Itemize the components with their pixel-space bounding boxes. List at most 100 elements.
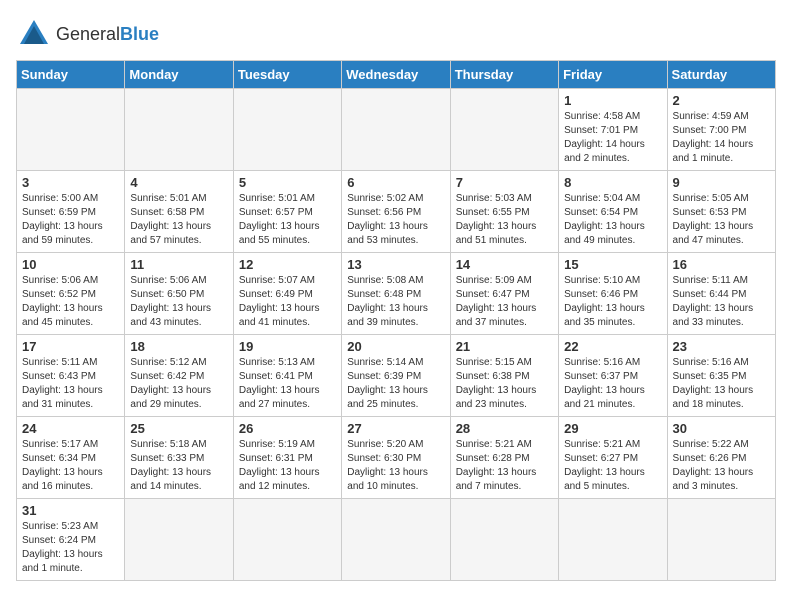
day-number: 3 [22, 175, 119, 190]
day-info: Sunrise: 5:08 AM Sunset: 6:48 PM Dayligh… [347, 274, 444, 330]
day-number: 15 [564, 257, 661, 272]
logo-icon [16, 16, 52, 52]
calendar-cell [233, 89, 341, 171]
day-number: 26 [239, 421, 336, 436]
day-of-week-header: Tuesday [233, 61, 341, 89]
calendar-cell: 31 Sunrise: 5:23 AM Sunset: 6:24 PM Dayli… [17, 499, 125, 581]
calendar-cell: 18Sunrise: 5:12 AM Sunset: 6:42 PM Dayli… [125, 335, 233, 417]
day-number: 14 [456, 257, 553, 272]
day-info: Sunrise: 5:11 AM Sunset: 6:44 PM Dayligh… [673, 274, 770, 330]
day-info: Sunrise: 5:00 AM Sunset: 6:59 PM Dayligh… [22, 192, 119, 248]
calendar-cell: 28Sunrise: 5:21 AM Sunset: 6:28 PM Dayli… [450, 417, 558, 499]
logo: GeneralBlue [16, 16, 159, 52]
calendar-cell: 29Sunrise: 5:21 AM Sunset: 6:27 PM Dayli… [559, 417, 667, 499]
day-info: Sunrise: 5:01 AM Sunset: 6:57 PM Dayligh… [239, 192, 336, 248]
day-info: Sunrise: 5:16 AM Sunset: 6:35 PM Dayligh… [673, 356, 770, 412]
calendar-week-row: 10 Sunrise: 5:06 AM Sunset: 6:52 PM Dayli… [17, 253, 776, 335]
calendar-table: SundayMondayTuesdayWednesdayThursdayFrid… [16, 60, 776, 581]
day-number: 20 [347, 339, 444, 354]
day-info: Sunrise: 5:22 AM Sunset: 6:26 PM Dayligh… [673, 438, 770, 494]
day-number: 6 [347, 175, 444, 190]
day-number: 18 [130, 339, 227, 354]
day-number: 10 [22, 257, 119, 272]
calendar-cell: 13 Sunrise: 5:08 AM Sunset: 6:48 PM Dayli… [342, 253, 450, 335]
calendar-cell: 27 Sunrise: 5:20 AM Sunset: 6:30 PM Dayli… [342, 417, 450, 499]
day-info: Sunrise: 5:02 AM Sunset: 6:56 PM Dayligh… [347, 192, 444, 248]
day-info: Sunrise: 5:17 AM Sunset: 6:34 PM Dayligh… [22, 438, 119, 494]
calendar-cell: 24 Sunrise: 5:17 AM Sunset: 6:34 PM Dayli… [17, 417, 125, 499]
day-info: Sunrise: 5:06 AM Sunset: 6:50 PM Dayligh… [130, 274, 227, 330]
calendar-cell [667, 499, 775, 581]
calendar-cell: 10 Sunrise: 5:06 AM Sunset: 6:52 PM Dayli… [17, 253, 125, 335]
day-info: Sunrise: 5:01 AM Sunset: 6:58 PM Dayligh… [130, 192, 227, 248]
calendar-cell [342, 499, 450, 581]
calendar-cell: 6 Sunrise: 5:02 AM Sunset: 6:56 PM Daylig… [342, 171, 450, 253]
calendar-week-row: 24 Sunrise: 5:17 AM Sunset: 6:34 PM Dayli… [17, 417, 776, 499]
day-number: 27 [347, 421, 444, 436]
day-number: 30 [673, 421, 770, 436]
calendar-week-row: 17Sunrise: 5:11 AM Sunset: 6:43 PM Dayli… [17, 335, 776, 417]
day-number: 28 [456, 421, 553, 436]
calendar-cell: 16Sunrise: 5:11 AM Sunset: 6:44 PM Dayli… [667, 253, 775, 335]
day-info: Sunrise: 5:03 AM Sunset: 6:55 PM Dayligh… [456, 192, 553, 248]
calendar-cell [342, 89, 450, 171]
calendar-cell: 23 Sunrise: 5:16 AM Sunset: 6:35 PM Dayli… [667, 335, 775, 417]
calendar-cell [17, 89, 125, 171]
calendar-cell [125, 89, 233, 171]
day-number: 7 [456, 175, 553, 190]
day-of-week-header: Friday [559, 61, 667, 89]
calendar-cell [125, 499, 233, 581]
day-number: 11 [130, 257, 227, 272]
day-number: 21 [456, 339, 553, 354]
calendar-cell: 4Sunrise: 5:01 AM Sunset: 6:58 PM Daylig… [125, 171, 233, 253]
day-of-week-header: Monday [125, 61, 233, 89]
calendar-week-row: 3 Sunrise: 5:00 AM Sunset: 6:59 PM Daylig… [17, 171, 776, 253]
day-info: Sunrise: 5:09 AM Sunset: 6:47 PM Dayligh… [456, 274, 553, 330]
day-of-week-header: Saturday [667, 61, 775, 89]
day-info: Sunrise: 4:58 AM Sunset: 7:01 PM Dayligh… [564, 110, 661, 166]
day-number: 24 [22, 421, 119, 436]
day-info: Sunrise: 5:15 AM Sunset: 6:38 PM Dayligh… [456, 356, 553, 412]
day-info: Sunrise: 5:07 AM Sunset: 6:49 PM Dayligh… [239, 274, 336, 330]
calendar-cell: 3 Sunrise: 5:00 AM Sunset: 6:59 PM Daylig… [17, 171, 125, 253]
day-number: 2 [673, 93, 770, 108]
calendar-cell: 14 Sunrise: 5:09 AM Sunset: 6:47 PM Dayli… [450, 253, 558, 335]
day-number: 17 [22, 339, 119, 354]
day-number: 23 [673, 339, 770, 354]
day-number: 29 [564, 421, 661, 436]
calendar-cell [450, 499, 558, 581]
day-info: Sunrise: 5:14 AM Sunset: 6:39 PM Dayligh… [347, 356, 444, 412]
page-header: GeneralBlue [16, 16, 776, 52]
calendar-cell: 30 Sunrise: 5:22 AM Sunset: 6:26 PM Dayli… [667, 417, 775, 499]
day-info: Sunrise: 5:13 AM Sunset: 6:41 PM Dayligh… [239, 356, 336, 412]
calendar-cell: 7 Sunrise: 5:03 AM Sunset: 6:55 PM Daylig… [450, 171, 558, 253]
day-info: Sunrise: 5:23 AM Sunset: 6:24 PM Dayligh… [22, 520, 119, 576]
day-number: 19 [239, 339, 336, 354]
day-number: 1 [564, 93, 661, 108]
day-of-week-header: Wednesday [342, 61, 450, 89]
day-of-week-header: Sunday [17, 61, 125, 89]
calendar-cell: 8Sunrise: 5:04 AM Sunset: 6:54 PM Daylig… [559, 171, 667, 253]
day-number: 12 [239, 257, 336, 272]
calendar-cell: 12 Sunrise: 5:07 AM Sunset: 6:49 PM Dayli… [233, 253, 341, 335]
day-info: Sunrise: 5:06 AM Sunset: 6:52 PM Dayligh… [22, 274, 119, 330]
calendar-cell [450, 89, 558, 171]
day-info: Sunrise: 5:18 AM Sunset: 6:33 PM Dayligh… [130, 438, 227, 494]
calendar-cell: 19 Sunrise: 5:13 AM Sunset: 6:41 PM Dayli… [233, 335, 341, 417]
day-info: Sunrise: 5:20 AM Sunset: 6:30 PM Dayligh… [347, 438, 444, 494]
calendar-cell: 21 Sunrise: 5:15 AM Sunset: 6:38 PM Dayli… [450, 335, 558, 417]
calendar-cell: 9 Sunrise: 5:05 AM Sunset: 6:53 PM Daylig… [667, 171, 775, 253]
calendar-cell [233, 499, 341, 581]
calendar-cell: 22Sunrise: 5:16 AM Sunset: 6:37 PM Dayli… [559, 335, 667, 417]
day-number: 13 [347, 257, 444, 272]
day-number: 9 [673, 175, 770, 190]
calendar-cell [559, 499, 667, 581]
day-info: Sunrise: 4:59 AM Sunset: 7:00 PM Dayligh… [673, 110, 770, 166]
day-number: 8 [564, 175, 661, 190]
calendar-cell: 15 Sunrise: 5:10 AM Sunset: 6:46 PM Dayli… [559, 253, 667, 335]
day-info: Sunrise: 5:10 AM Sunset: 6:46 PM Dayligh… [564, 274, 661, 330]
day-info: Sunrise: 5:05 AM Sunset: 6:53 PM Dayligh… [673, 192, 770, 248]
day-of-week-header: Thursday [450, 61, 558, 89]
day-number: 31 [22, 503, 119, 518]
calendar-cell: 5Sunrise: 5:01 AM Sunset: 6:57 PM Daylig… [233, 171, 341, 253]
